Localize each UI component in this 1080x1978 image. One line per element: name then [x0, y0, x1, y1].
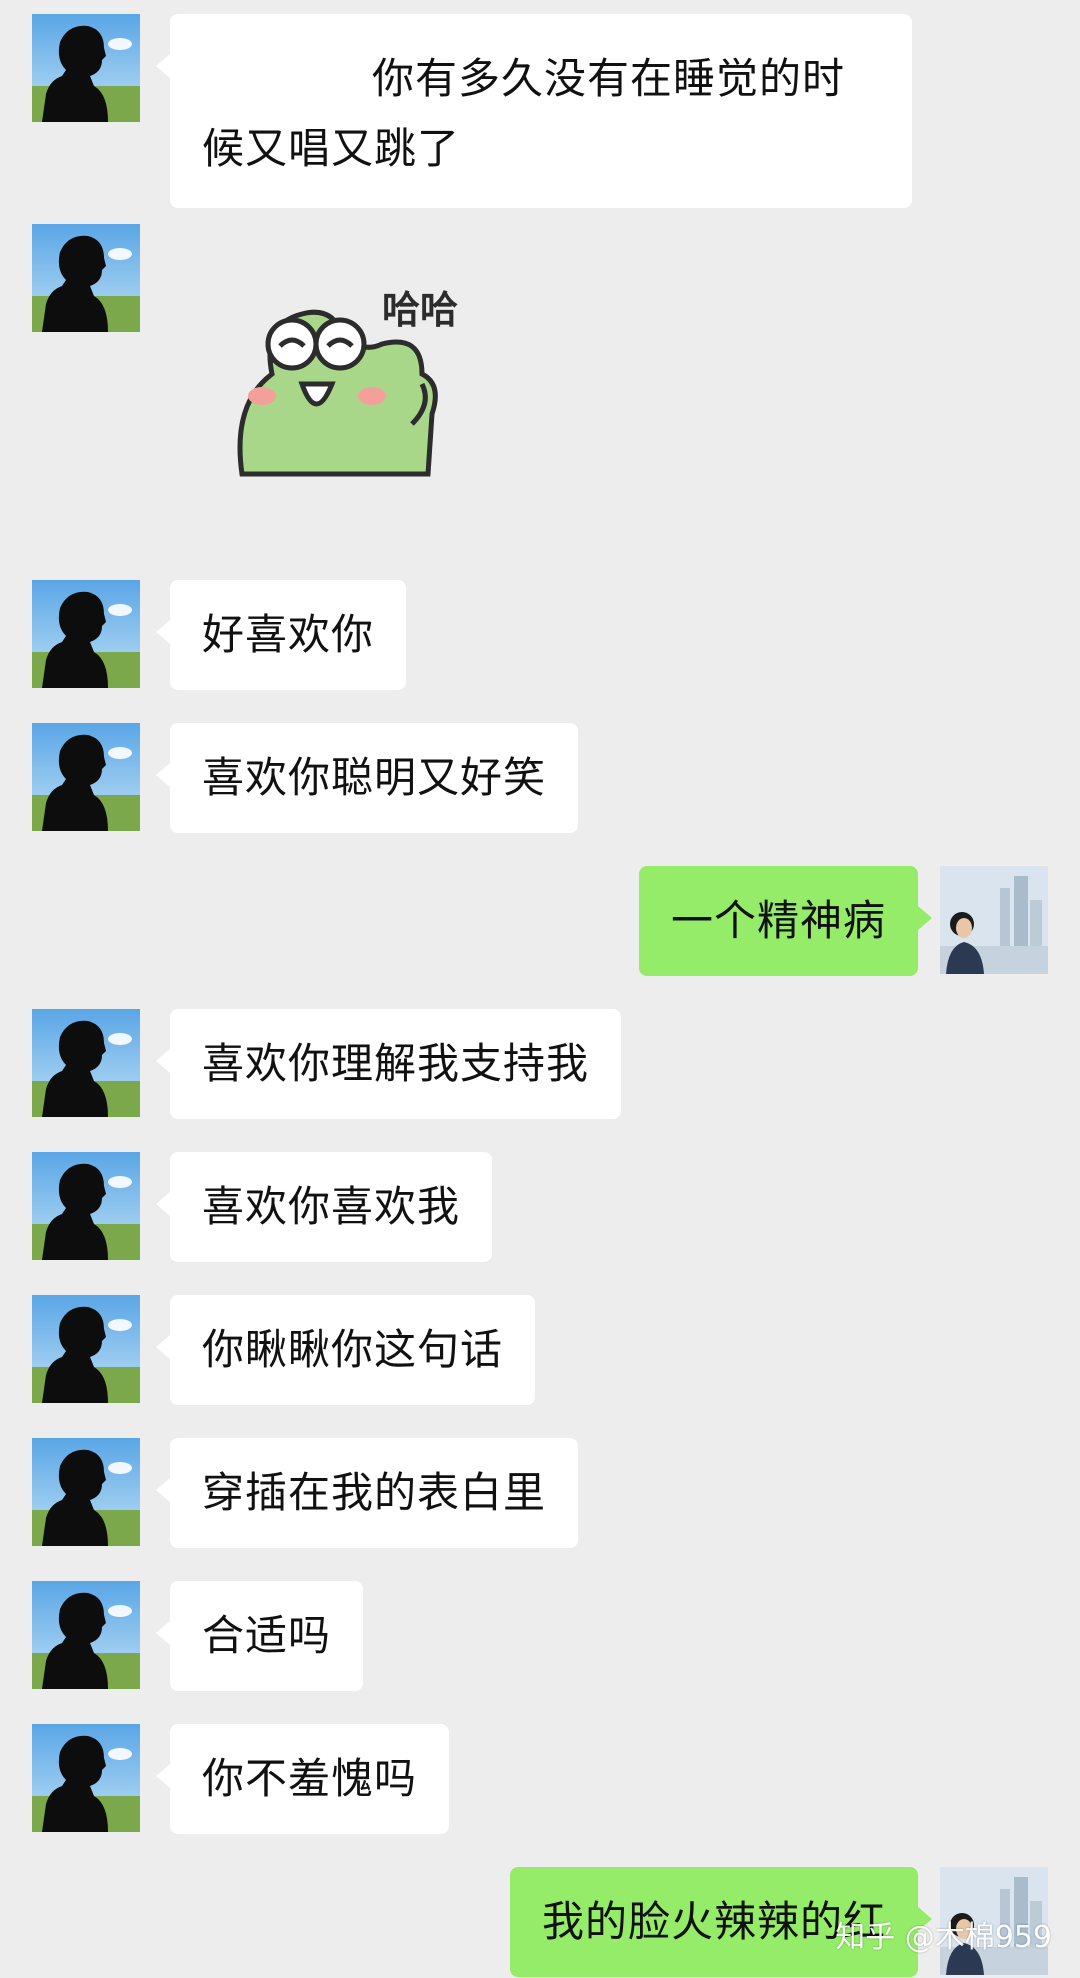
contact-avatar[interactable] — [32, 224, 140, 332]
silhouette-avatar-icon — [32, 1438, 140, 1546]
message-text: 你有多久没有在睡觉的时 — [372, 54, 846, 103]
message-text: 你瞅瞅你这句话 — [202, 1325, 504, 1374]
silhouette-avatar-icon — [32, 224, 140, 332]
silhouette-avatar-icon — [32, 1152, 140, 1260]
message-bubble[interactable]: 你瞅瞅你这句话 — [155, 1295, 536, 1405]
contact-avatar[interactable] — [32, 14, 140, 122]
message-bubble[interactable]: 喜欢你聪明又好笑 — [155, 723, 579, 833]
silhouette-avatar-icon — [32, 580, 140, 688]
message-text: 喜欢你聪明又好笑 — [202, 753, 547, 802]
contact-avatar[interactable] — [32, 723, 140, 831]
message-bubble[interactable]: 喜欢你理解我支持我 — [155, 1009, 622, 1119]
message-text: 你不羞愧吗 — [202, 1754, 418, 1803]
silhouette-avatar-icon — [32, 1581, 140, 1689]
frog-laughing-sticker[interactable]: 哈哈 — [232, 284, 492, 484]
silhouette-avatar-icon — [32, 1724, 140, 1832]
silhouette-avatar-icon — [32, 1295, 140, 1403]
sticker-caption: 哈哈 — [382, 288, 459, 332]
message-bubble[interactable]: 好喜欢你 — [155, 580, 407, 690]
watermark: 知乎 @木棉959 — [835, 1920, 1052, 1955]
message-bubble[interactable]: 你不羞愧吗 — [155, 1724, 450, 1834]
my-avatar[interactable] — [940, 866, 1048, 974]
contact-avatar[interactable] — [32, 580, 140, 688]
contact-avatar[interactable] — [32, 1009, 140, 1117]
message-text: 合适吗 — [202, 1611, 332, 1660]
message-text: 喜欢你喜欢我 — [202, 1182, 461, 1231]
contact-avatar[interactable] — [32, 1295, 140, 1403]
message-bubble[interactable]: 喜欢你喜欢我 — [155, 1152, 493, 1262]
message-text: 喜欢你理解我支持我 — [202, 1039, 590, 1088]
message-bubble[interactable]: 你有多久没有在睡觉的时候又唱又跳了 — [156, 14, 912, 208]
message-text: 一个精神病 — [670, 896, 886, 945]
message-text: 好喜欢你 — [202, 610, 375, 659]
contact-avatar[interactable] — [32, 1152, 140, 1260]
silhouette-avatar-icon — [32, 1009, 140, 1117]
message-text: 穿插在我的表白里 — [202, 1468, 547, 1517]
message-bubble[interactable]: 一个精神病 — [638, 866, 933, 976]
message-bubble[interactable]: 穿插在我的表白里 — [155, 1438, 579, 1548]
contact-avatar[interactable] — [32, 1724, 140, 1832]
message-text: 候又唱又跳了 — [202, 124, 461, 173]
silhouette-avatar-icon — [32, 14, 140, 122]
contact-avatar[interactable] — [32, 1581, 140, 1689]
contact-avatar[interactable] — [32, 1438, 140, 1546]
chat-message-list[interactable]: 你有多久没有在睡觉的时 候又唱又跳了 哈哈 好喜欢你 喜欢你聪明又好笑 一个精神… — [0, 0, 1080, 1978]
girl-photo-avatar-icon — [940, 866, 1048, 974]
message-bubble[interactable]: 合适吗 — [155, 1581, 364, 1691]
silhouette-avatar-icon — [32, 723, 140, 831]
